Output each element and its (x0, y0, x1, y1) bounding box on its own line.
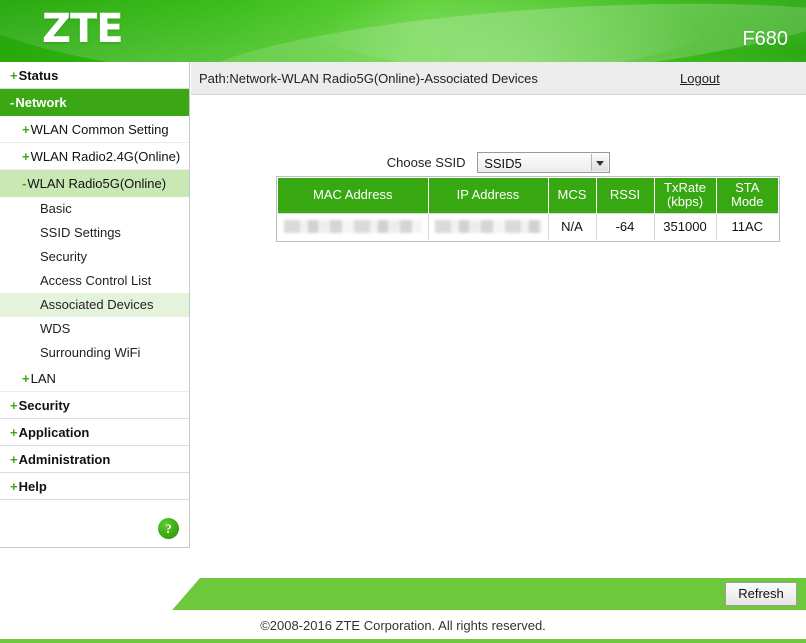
ssid-label: Choose SSID (386, 155, 466, 170)
sidebar-item-label: WLAN Radio2.4G(Online) (30, 149, 181, 164)
sidebar-item-label: WDS (40, 321, 71, 336)
sidebar-item-label: Status (18, 68, 59, 83)
cell-sta-mode: 11AC (716, 212, 778, 240)
sidebar-item-label: LAN (30, 371, 56, 386)
sidebar-item-administration[interactable]: +Administration (0, 446, 189, 473)
sidebar-item-status[interactable]: +Status (0, 62, 189, 89)
bottom-green-strip (0, 639, 806, 643)
copyright-text: ©2008-2016 ZTE Corporation. All rights r… (260, 618, 546, 633)
expand-plus-icon: + (10, 398, 18, 413)
sidebar-item-security[interactable]: Security (0, 245, 189, 269)
expand-plus-icon: + (22, 371, 30, 386)
dropdown-arrow-box[interactable] (591, 154, 609, 171)
sidebar-item-label: Security (40, 249, 87, 264)
ssid-select-dropdown[interactable]: SSID5 (477, 152, 611, 173)
sidebar-item-wds[interactable]: WDS (0, 317, 189, 341)
sidebar-item-basic[interactable]: Basic (0, 197, 189, 221)
sidebar-item-network[interactable]: -Network (0, 89, 189, 116)
help-question-icon[interactable]: ? (158, 518, 179, 539)
help-icon-container: ? (158, 518, 180, 540)
sidebar-item-help[interactable]: +Help (0, 473, 189, 500)
sidebar-item-label: Application (18, 425, 90, 440)
associated-devices-table-container: MAC Address IP Address MCS RSSI TxRate (… (276, 176, 780, 242)
column-header-rssi: RSSI (596, 178, 655, 213)
footer-bar: Refresh (0, 578, 806, 610)
cell-ip-address (428, 212, 549, 240)
expand-plus-icon: + (10, 479, 18, 494)
expand-plus-icon: + (22, 122, 30, 137)
cell-mcs: N/A (548, 212, 597, 240)
sidebar-item-label: Administration (18, 452, 111, 467)
sidebar-item-label: Network (15, 95, 67, 110)
associated-devices-table: MAC Address IP Address MCS RSSI TxRate (… (278, 178, 778, 240)
redacted-ip-value (434, 220, 542, 234)
app-header-banner: ZTE F680 (0, 0, 806, 62)
column-header-mac-address: MAC Address (278, 178, 429, 213)
sidebar-item-application[interactable]: +Application (0, 419, 189, 446)
sidebar-item-label: Access Control List (40, 273, 152, 288)
sidebar-item-label: Help (18, 479, 47, 494)
sidebar-item-label: SSID Settings (40, 225, 121, 240)
logout-link[interactable]: Logout (680, 71, 720, 86)
sidebar-item-lan[interactable]: +LAN (0, 365, 189, 392)
main-content: Path:Network-WLAN Radio5G(Online)-Associ… (191, 62, 806, 570)
cell-rssi: -64 (596, 212, 655, 240)
table-row: N/A -64 351000 11AC (278, 212, 778, 240)
footer-green-band (160, 578, 806, 610)
column-header-sta-mode: STA Mode (716, 178, 778, 213)
sidebar-item-wlan-radio-5g[interactable]: -WLAN Radio5G(Online) (0, 170, 189, 197)
refresh-button[interactable]: Refresh (725, 582, 797, 606)
cell-txrate: 351000 (654, 212, 717, 240)
sidebar-item-label: WLAN Common Setting (30, 122, 169, 137)
txrate-line1: TxRate (664, 180, 706, 196)
sidebar-item-wlan-common-setting[interactable]: +WLAN Common Setting (0, 116, 189, 143)
breadcrumb: Path:Network-WLAN Radio5G(Online)-Associ… (199, 71, 538, 86)
redacted-mac-value (284, 220, 422, 234)
expand-plus-icon: + (10, 425, 18, 440)
column-header-mcs: MCS (548, 178, 597, 213)
sidebar-item-wlan-radio-24g[interactable]: +WLAN Radio2.4G(Online) (0, 143, 189, 170)
chevron-down-icon (596, 161, 605, 166)
sidebar-item-surrounding-wifi[interactable]: Surrounding WiFi (0, 341, 189, 365)
sidebar-item-ssid-settings[interactable]: SSID Settings (0, 221, 189, 245)
zte-logo: ZTE (42, 6, 124, 52)
sidebar-item-associated-devices[interactable]: Associated Devices (0, 293, 189, 317)
banner-wave-decoration (177, 0, 806, 62)
txrate-line2: (kbps) (666, 194, 704, 210)
sidebar-item-label: WLAN Radio5G(Online) (27, 176, 167, 191)
sidebar-item-label: Security (18, 398, 70, 413)
sidebar-nav: +Status -Network +WLAN Common Setting +W… (0, 62, 190, 548)
column-header-ip-address: IP Address (428, 178, 549, 213)
ssid-chooser-row: Choose SSID SSID5 (191, 152, 806, 173)
sidebar-item-security-top[interactable]: +Security (0, 392, 189, 419)
collapse-minus-icon: - (22, 176, 27, 191)
sidebar-item-access-control-list[interactable]: Access Control List (0, 269, 189, 293)
expand-plus-icon: + (22, 149, 30, 164)
table-header-row: MAC Address IP Address MCS RSSI TxRate (… (278, 178, 778, 213)
cell-mac-address (278, 212, 429, 240)
sidebar-item-label: Surrounding WiFi (40, 345, 141, 360)
path-bar: Path:Network-WLAN Radio5G(Online)-Associ… (191, 62, 806, 95)
column-header-txrate: TxRate (kbps) (654, 178, 717, 213)
sidebar-item-label: Associated Devices (40, 297, 154, 312)
expand-plus-icon: + (10, 452, 18, 467)
banner-wave-decoration (300, 0, 720, 62)
router-model-label: F680 (742, 28, 788, 50)
ssid-selected-value: SSID5 (484, 156, 522, 171)
sidebar-item-label: Basic (40, 201, 72, 216)
expand-plus-icon: + (10, 68, 18, 83)
collapse-minus-icon: - (10, 95, 15, 110)
